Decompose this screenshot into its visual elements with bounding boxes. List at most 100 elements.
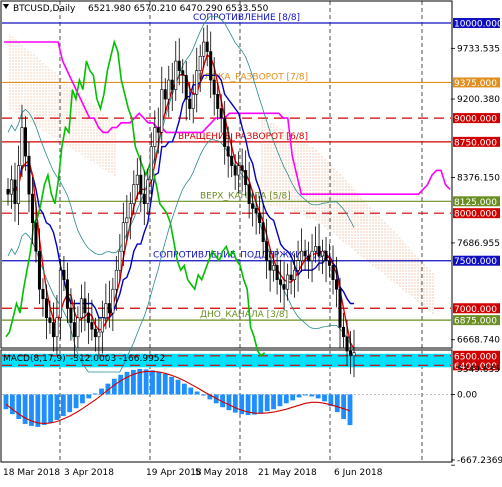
- candle-body: [286, 274, 290, 290]
- candle-body: [188, 98, 192, 109]
- candle-body: [86, 312, 90, 323]
- candle-body: [279, 279, 283, 285]
- macd-tick-label: -667.2369: [457, 456, 502, 466]
- macd-bar: [283, 394, 289, 404]
- macd-bar: [315, 394, 321, 399]
- price-tags: 10000.000 9375.000 9000.000 8750.000 8125.00…: [453, 18, 502, 372]
- candle-body: [254, 208, 258, 214]
- candle-body: [72, 322, 76, 338]
- candle-body: [261, 222, 265, 242]
- candle-body: [307, 255, 311, 262]
- macd-bar: [80, 394, 85, 404]
- candle-body: [328, 260, 332, 266]
- candle-body: [223, 117, 227, 147]
- macd-bar: [124, 371, 130, 395]
- candle-body: [345, 336, 349, 352]
- candle-body: [209, 51, 213, 81]
- macd-bar: [41, 394, 47, 425]
- chart-window: СОПРОТИВЛЕНИЕ [8/8] БЛОКА_РАЗВОРОТ [7/8] В…: [0, 0, 502, 483]
- candle-body: [216, 94, 220, 109]
- price-tag-text: 8125.000: [454, 198, 497, 208]
- macd-bar: [322, 394, 327, 402]
- candle-body: [111, 288, 115, 314]
- macd-bar: [290, 394, 296, 401]
- candle-body: [342, 326, 346, 338]
- level-label: ДНО_КАНАЛА [3/8]: [200, 310, 288, 320]
- macd-bar: [271, 394, 276, 410]
- candle-body: [160, 89, 164, 133]
- candle-body: [135, 174, 139, 185]
- candle-body: [128, 203, 132, 219]
- price-tick-label: 9733.535: [457, 44, 500, 54]
- date-tick-label: 3 Apr 2018: [64, 468, 114, 478]
- level-label: ВРАЩЕНИЕ_РАЗВОРОТ [6/8]: [178, 132, 308, 142]
- candle-body: [83, 298, 87, 314]
- candle-body: [100, 317, 104, 333]
- price-tag-text: 9375.000: [454, 79, 497, 89]
- candle-body: [118, 250, 122, 271]
- candle-body: [237, 165, 241, 176]
- candle-body: [265, 241, 269, 262]
- date-tick-label: 21 May 2018: [258, 468, 317, 478]
- candle-body: [240, 165, 244, 171]
- macd-bar: [175, 379, 181, 395]
- candle-body: [198, 55, 202, 71]
- price-tick-label: 7686.955: [457, 239, 500, 249]
- macd-bar: [309, 394, 315, 397]
- macd-bar: [226, 394, 232, 411]
- macd-bar: [73, 394, 79, 409]
- candle-body: [324, 250, 328, 262]
- candle-body: [170, 79, 174, 90]
- candle-body: [107, 303, 111, 314]
- candle-body: [163, 89, 167, 100]
- candle-body: [34, 222, 38, 252]
- candle-body: [226, 146, 230, 157]
- candle-body: [97, 331, 101, 338]
- macd-bar: [54, 394, 60, 421]
- candle-body: [139, 174, 143, 195]
- candle-body: [331, 265, 335, 281]
- candle-body: [184, 75, 188, 100]
- candle-body: [205, 41, 209, 52]
- candle-body: [90, 322, 94, 330]
- macd-bar: [181, 383, 187, 395]
- macd-bar: [92, 393, 98, 395]
- candle-body: [62, 269, 66, 281]
- candle-body: [191, 94, 195, 109]
- date-tick-label: 19 Apr 2018: [146, 468, 202, 478]
- candle-body: [275, 265, 279, 281]
- ohlc-values: 6521.980 6570.210 6470.290 6533.550: [88, 4, 269, 14]
- candle-body: [153, 127, 157, 147]
- macd-bar: [252, 394, 257, 415]
- price-chart[interactable]: СОПРОТИВЛЕНИЕ [8/8]БЛОКА_РАЗВОРОТ [7/8]В…: [0, 0, 502, 483]
- macd-header: MACD(8,17,9) -312.0003 -166.9952: [3, 354, 165, 364]
- candle-body: [195, 70, 199, 95]
- macd-bar: [67, 394, 73, 413]
- candle-body: [6, 189, 10, 195]
- macd-bar: [143, 369, 149, 395]
- candle-body: [76, 317, 80, 338]
- macd-bar: [296, 394, 302, 398]
- candle-body: [247, 184, 251, 204]
- candle-body: [289, 274, 293, 281]
- candle-body: [27, 155, 31, 195]
- candle-body: [335, 279, 339, 290]
- macd-values: -312.0003 -166.9952: [70, 354, 165, 364]
- macd-bar: [162, 373, 168, 395]
- macd-bar: [303, 394, 308, 396]
- candle-body: [48, 317, 52, 323]
- candle-body: [20, 127, 24, 166]
- price-tag-text: 10000.000: [454, 20, 502, 30]
- price-tick-label: 9200.380: [457, 95, 500, 105]
- candle-body: [121, 222, 125, 252]
- candle-body: [16, 165, 20, 204]
- price-tag-text: 7500.000: [454, 257, 497, 267]
- candle-body: [212, 79, 216, 95]
- candle-body: [230, 155, 234, 166]
- macd-bar: [277, 394, 283, 407]
- candle-body: [125, 217, 129, 223]
- candle-body: [132, 184, 136, 204]
- price-tag-text: 9000.000: [454, 115, 497, 125]
- candle-body: [219, 108, 223, 119]
- candle-body: [233, 165, 237, 176]
